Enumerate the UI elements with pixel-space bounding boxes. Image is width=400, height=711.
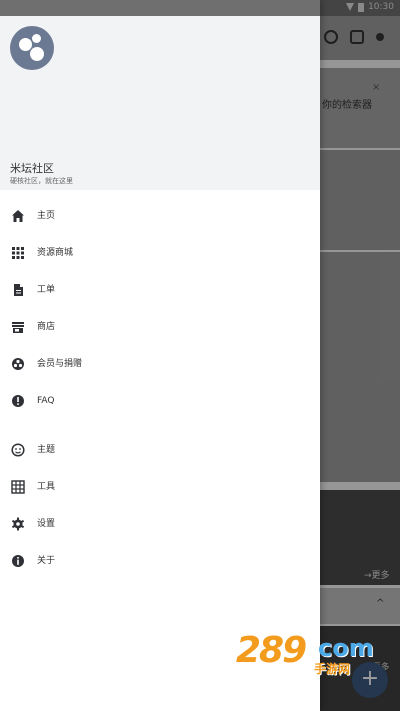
navigation-drawer: 米坛社区 硬核社区，就在这里 主页 资源商城 工单 商店 会员与捐赠 FAQ 主… <box>0 0 320 711</box>
store-icon <box>12 322 24 333</box>
home-icon <box>12 210 24 222</box>
menu-item-resource-mall[interactable]: 资源商城 <box>0 235 320 271</box>
menu-item-label: 主题 <box>37 445 56 455</box>
membership-icon <box>12 358 24 370</box>
theme-icon <box>11 443 25 457</box>
drawer-header: 米坛社区 硬核社区，就在这里 <box>0 0 320 190</box>
menu-item-label: 主页 <box>37 211 56 221</box>
menu-item-label: 资源商城 <box>37 248 74 258</box>
settings-gear-icon <box>12 517 24 531</box>
watermark-number: 289 <box>236 630 307 671</box>
app-name: 米坛社区 <box>10 162 54 175</box>
menu-item-label: 关于 <box>37 556 56 566</box>
help-icon <box>12 395 24 407</box>
menu-item-about[interactable]: 关于 <box>0 543 320 579</box>
document-icon <box>14 284 23 296</box>
info-icon <box>12 555 24 567</box>
menu-item-label: 设置 <box>37 519 56 529</box>
menu-item-faq[interactable]: FAQ <box>0 383 320 419</box>
menu-item-settings[interactable]: 设置 <box>0 506 320 542</box>
app-logo-icon[interactable] <box>10 26 54 70</box>
menu-item-membership-donation[interactable]: 会员与捐赠 <box>0 346 320 382</box>
site-watermark: 289 com 手游网 <box>236 630 376 676</box>
drawer-scrim[interactable] <box>320 0 400 711</box>
menu-item-theme[interactable]: 主题 <box>0 432 320 468</box>
menu-item-tickets[interactable]: 工单 <box>0 272 320 308</box>
tools-grid-icon <box>11 480 25 494</box>
grid-dots-icon <box>12 247 24 259</box>
app-subtitle: 硬核社区，就在这里 <box>10 177 73 185</box>
menu-item-label: 会员与捐赠 <box>37 359 83 369</box>
menu-item-tools[interactable]: 工具 <box>0 469 320 505</box>
menu-item-label: 工具 <box>37 482 56 492</box>
menu-item-label: 工单 <box>37 285 56 295</box>
menu-item-label: FAQ <box>37 396 55 406</box>
menu-item-label: 商店 <box>37 322 56 332</box>
menu-item-home[interactable]: 主页 <box>0 198 320 234</box>
watermark-text: 手游网 <box>314 662 351 676</box>
status-bar-overlay <box>0 0 320 16</box>
menu-item-store[interactable]: 商店 <box>0 309 320 345</box>
watermark-domain: com <box>318 634 374 662</box>
